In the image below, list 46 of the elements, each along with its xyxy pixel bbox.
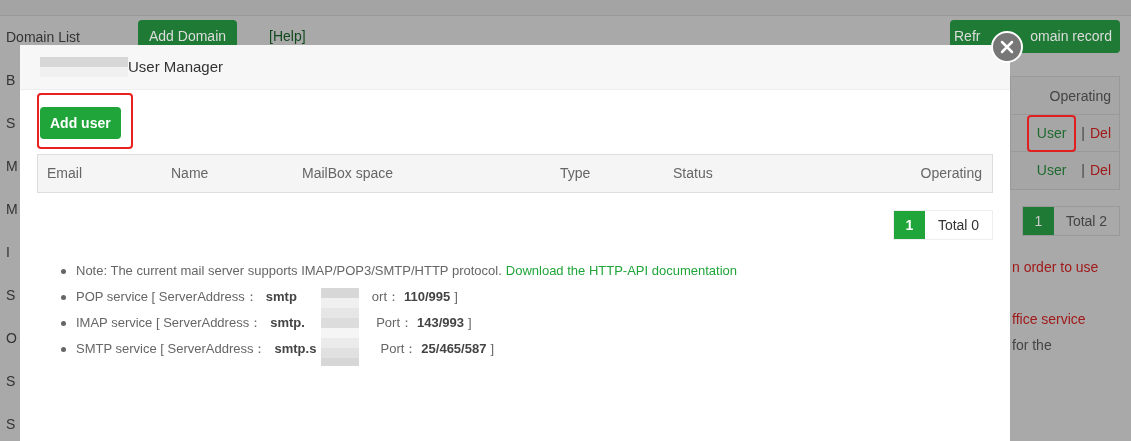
- column-header: Email: [46, 164, 83, 183]
- help-link[interactable]: [Help]: [269, 20, 306, 47]
- table-header: Operating: [1011, 77, 1119, 115]
- separator: |: [1081, 123, 1085, 143]
- bracket-text: ]: [468, 314, 472, 332]
- bracket-text: ]: [454, 288, 458, 306]
- service-label: SMTP service [ ServerAddress：: [76, 340, 267, 358]
- port-value: 25/465/587: [421, 340, 487, 358]
- note-text: n order to use: [1012, 258, 1100, 276]
- server-address: smtp.s: [274, 340, 318, 358]
- column-header: Operating: [919, 164, 983, 183]
- server-address: smtp: [265, 288, 298, 306]
- api-doc-link[interactable]: Download the HTTP-API documentation: [505, 262, 737, 280]
- server-address: smtp.: [270, 314, 306, 332]
- port-label: Port：: [376, 314, 413, 332]
- note-text: Note: The current mail server supports IMAP/POP3/SMTP/HTTP protocol.: [76, 262, 502, 280]
- page-button[interactable]: 1: [1023, 207, 1054, 235]
- column-header: MailBox space: [302, 164, 395, 183]
- bullet-icon: [61, 268, 66, 274]
- add-user-button[interactable]: Add user: [40, 107, 121, 139]
- note-text: for the: [1012, 336, 1053, 354]
- dialog-title: User Manager: [128, 56, 224, 77]
- bullet-icon: [61, 294, 66, 300]
- column-header: Status: [673, 164, 714, 183]
- column-header: Name: [171, 164, 210, 183]
- bullet-icon: [61, 320, 66, 326]
- sidebar-item[interactable]: Domain List: [6, 28, 128, 46]
- close-icon: [1000, 40, 1014, 54]
- delete-link[interactable]: Del: [1090, 160, 1111, 181]
- port-label: Port：: [380, 340, 418, 358]
- page-button[interactable]: 1: [894, 211, 925, 239]
- total-count: Total 0: [936, 215, 981, 235]
- delete-link[interactable]: Del: [1090, 122, 1111, 144]
- bullet-icon: [61, 346, 66, 352]
- user-link[interactable]: User: [1026, 152, 1077, 189]
- note-text: ffice service: [1012, 310, 1087, 328]
- service-label: IMAP service [ ServerAddress：: [76, 314, 263, 332]
- port-value: 110/995: [404, 288, 451, 306]
- bracket-text: ]: [490, 340, 495, 358]
- column-header: Type: [560, 164, 592, 183]
- port-value: 143/993: [417, 314, 464, 332]
- port-label: ort：: [371, 288, 400, 306]
- separator: |: [1081, 161, 1085, 180]
- user-link[interactable]: User: [1026, 114, 1077, 152]
- total-count: Total 2: [1064, 211, 1109, 231]
- service-label: POP service [ ServerAddress：: [76, 288, 258, 306]
